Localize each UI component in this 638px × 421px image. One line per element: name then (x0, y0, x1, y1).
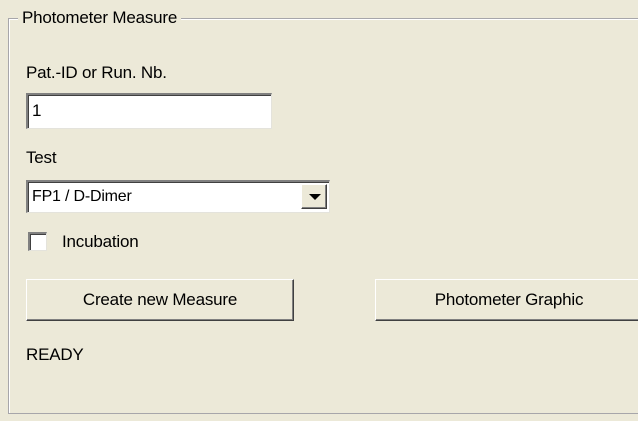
status-text: READY (26, 345, 84, 364)
patient-id-input[interactable]: 1 (26, 93, 272, 129)
test-select[interactable]: FP1 / D-Dimer (26, 180, 330, 213)
groupbox-title: Photometer Measure (18, 8, 182, 28)
photometer-panel: Photometer Measure Pat.-ID or Run. Nb. 1… (0, 0, 638, 421)
photometer-graphic-button[interactable]: Photometer Graphic (375, 279, 638, 321)
incubation-checkbox[interactable] (28, 232, 47, 251)
patient-id-label: Pat.-ID or Run. Nb. (26, 63, 167, 82)
test-dropdown-button[interactable] (301, 184, 327, 209)
test-select-value: FP1 / D-Dimer (32, 188, 132, 205)
incubation-label[interactable]: Incubation (62, 232, 139, 252)
test-label: Test (26, 148, 57, 167)
create-new-measure-button[interactable]: Create new Measure (26, 279, 294, 321)
chevron-down-icon (309, 194, 321, 200)
